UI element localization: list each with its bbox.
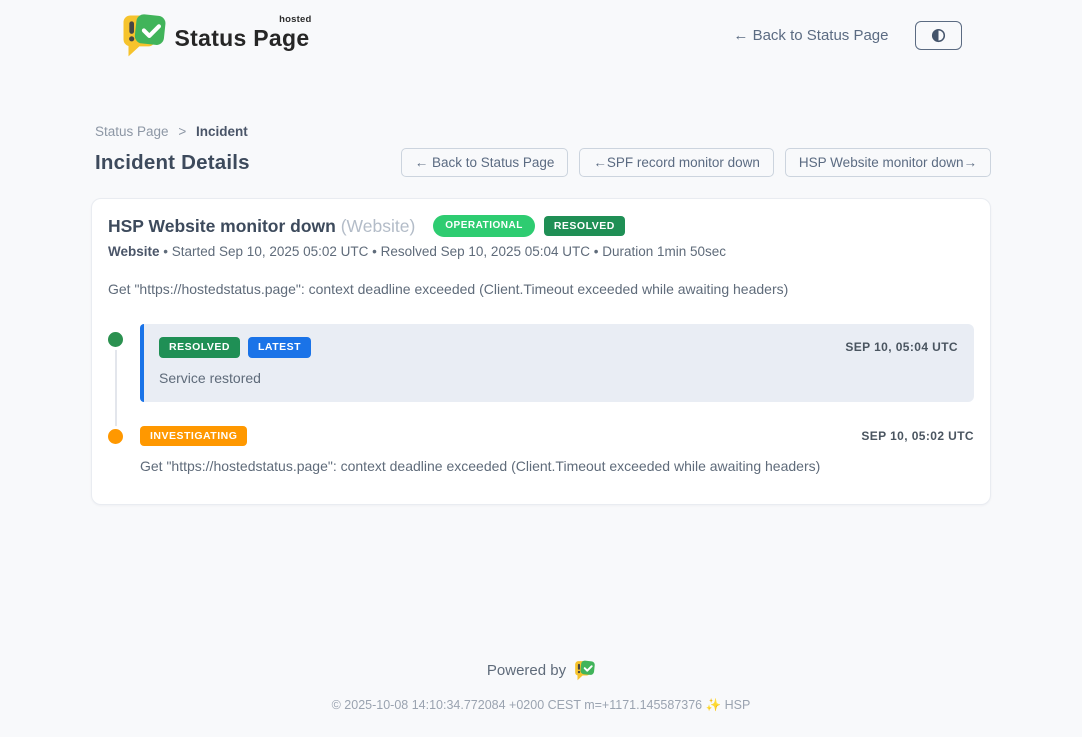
incident-card: HSP Website monitor down (Website) OPERA…	[91, 198, 991, 505]
next-incident-button[interactable]: HSP Website monitor down→	[785, 148, 991, 177]
breadcrumb-separator: >	[178, 124, 186, 139]
status-page-logo-icon	[121, 13, 166, 58]
breadcrumb: Status Page > Incident	[91, 124, 991, 139]
header: hosted Status Page ← Back to Status Page	[0, 0, 1082, 58]
incident-title: HSP Website monitor down (Website)	[108, 216, 415, 237]
breadcrumb-incident: Incident	[196, 124, 248, 139]
operational-status-badge: OPERATIONAL	[433, 215, 535, 237]
incident-meta-details: • Started Sep 10, 2025 05:02 UTC • Resol…	[163, 244, 726, 259]
back-to-status-page-button[interactable]: ← Back to Status Page	[401, 148, 569, 177]
incident-meta-component: Website	[108, 244, 160, 259]
latest-badge: LATEST	[248, 337, 311, 358]
hsp-logo-icon	[574, 660, 595, 681]
resolved-badge: RESOLVED	[159, 337, 240, 358]
incident-component: (Website)	[341, 216, 416, 236]
timeline-timestamp: SEP 10, 05:04 UTC	[845, 340, 958, 354]
timeline-message: Service restored	[159, 370, 958, 386]
timeline-dot-resolved	[108, 332, 123, 347]
timeline-entry-resolved: RESOLVED LATEST SEP 10, 05:04 UTC Servic…	[108, 324, 974, 402]
header-back-link[interactable]: ← Back to Status Page	[733, 27, 888, 44]
copyright: © 2025-10-08 14:10:34.772084 +0200 CEST …	[0, 698, 1082, 713]
resolved-status-badge: RESOLVED	[544, 216, 625, 237]
incident-card-header: HSP Website monitor down (Website) OPERA…	[108, 215, 974, 237]
timeline-message: Get "https://hostedstatus.page": context…	[140, 458, 974, 474]
logo[interactable]: hosted Status Page	[121, 13, 310, 58]
incident-timeline: RESOLVED LATEST SEP 10, 05:04 UTC Servic…	[108, 324, 974, 474]
timeline-entry-resolved-box: RESOLVED LATEST SEP 10, 05:04 UTC Servic…	[140, 324, 974, 402]
logo-superscript: hosted	[279, 14, 311, 25]
main-content: Status Page > Incident Incident Details …	[91, 124, 991, 505]
footer: Powered by © 2025-10-08 14:10:34.772084 …	[0, 660, 1082, 737]
timeline-dot-investigating	[108, 429, 123, 444]
incident-meta: Website • Started Sep 10, 2025 05:02 UTC…	[108, 244, 974, 259]
powered-by-label: Powered by	[487, 662, 566, 679]
timeline-timestamp: SEP 10, 05:02 UTC	[861, 429, 974, 443]
theme-toggle-button[interactable]	[915, 21, 962, 50]
breadcrumb-status-page[interactable]: Status Page	[95, 124, 169, 139]
powered-by: Powered by	[0, 660, 1082, 681]
title-row: Incident Details ← Back to Status Page ←…	[91, 148, 991, 177]
prev-incident-button[interactable]: ←SPF record monitor down	[579, 148, 774, 177]
logo-text: hosted Status Page	[175, 13, 310, 52]
incident-description: Get "https://hostedstatus.page": context…	[108, 281, 974, 297]
investigating-badge: INVESTIGATING	[140, 426, 247, 447]
contrast-half-circle-icon	[931, 28, 946, 43]
timeline-entry-investigating: INVESTIGATING SEP 10, 05:02 UTC Get "htt…	[108, 426, 974, 475]
incident-nav-buttons: ← Back to Status Page ←SPF record monito…	[401, 148, 991, 177]
logo-brand: Status Page	[175, 25, 310, 51]
incident-title-text: HSP Website monitor down	[108, 216, 336, 236]
page-title: Incident Details	[95, 151, 250, 175]
timeline-entry-investigating-content: INVESTIGATING SEP 10, 05:02 UTC Get "htt…	[140, 426, 974, 475]
